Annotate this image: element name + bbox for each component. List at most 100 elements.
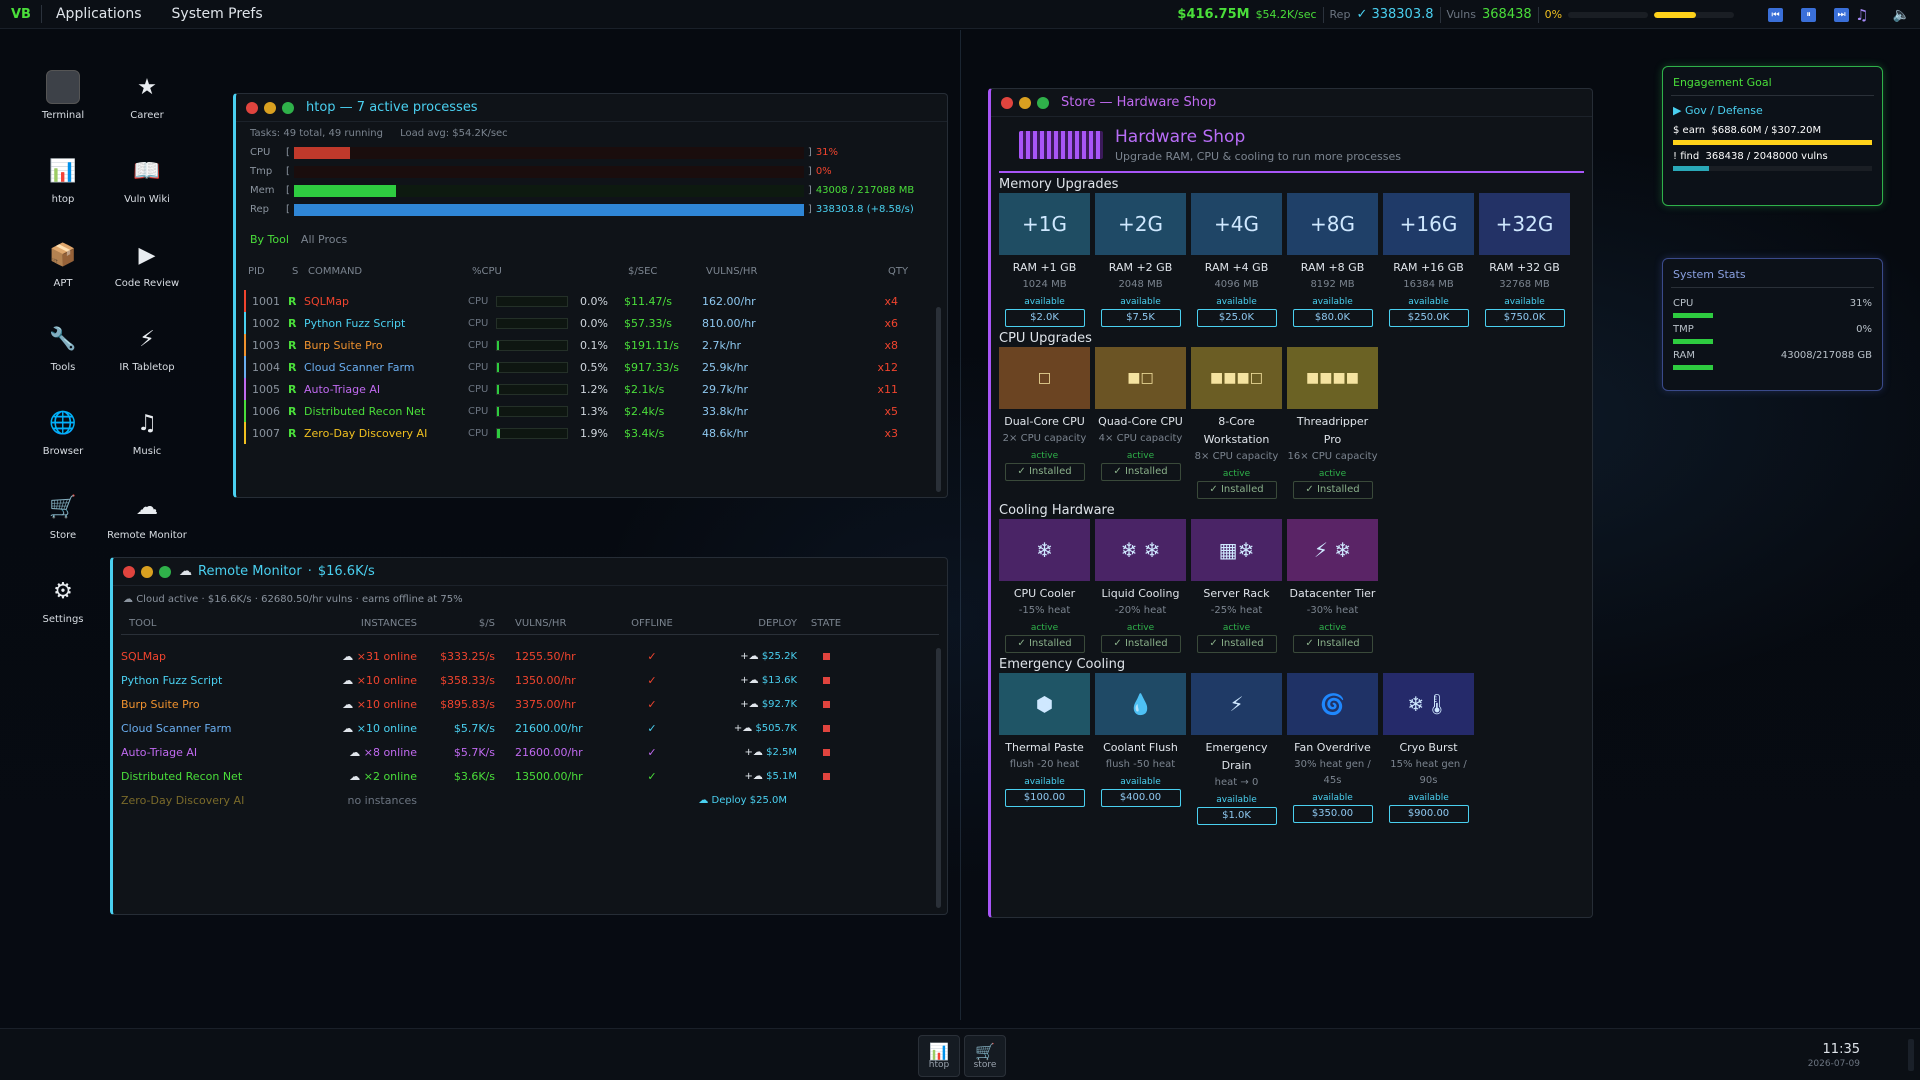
buy-button[interactable]: $80.0K	[1292, 309, 1373, 327]
deploy-button[interactable]: +☁ $92.7K	[697, 699, 797, 710]
table-row[interactable]: 1001 R SQLMap CPU 0.0% $11.47/s 162.00/hr x4	[236, 290, 947, 312]
item-tile[interactable]: ⬢	[999, 673, 1090, 735]
taskbar-item-store[interactable]: 🛒 store	[964, 1035, 1006, 1077]
minimize-button[interactable]	[264, 101, 276, 114]
item-tile[interactable]: 💧	[1095, 673, 1186, 735]
close-button[interactable]	[246, 101, 258, 114]
installed-button[interactable]: ✓ Installed	[1292, 635, 1373, 653]
state-indicator[interactable]	[797, 674, 855, 687]
minimize-button[interactable]	[141, 565, 153, 578]
item-tile[interactable]: ❄ ❄	[1095, 519, 1186, 581]
deploy-button[interactable]: +☁ $5.1M	[697, 771, 797, 782]
item-tile[interactable]: ▦❄	[1191, 519, 1282, 581]
maximize-button[interactable]	[1037, 96, 1049, 109]
buy-button[interactable]: $900.00	[1388, 805, 1469, 823]
table-row[interactable]: 1004 R Cloud Scanner Farm CPU 0.5% $917.33/s 2…	[236, 356, 947, 378]
taskbar-item-htop[interactable]: 📊 htop	[918, 1035, 960, 1077]
shop-item[interactable]: ⚡ Emergency Drain heat → 0 available $1.0K	[1191, 673, 1282, 825]
item-tile[interactable]: +4G	[1191, 193, 1282, 255]
item-tile[interactable]: ⚡	[1191, 673, 1282, 735]
installed-button[interactable]: ✓ Installed	[1004, 463, 1085, 481]
shop-item[interactable]: ⬢ Thermal Paste flush -20 heat available $10…	[999, 673, 1090, 825]
item-tile[interactable]: ■□	[1095, 347, 1186, 409]
table-row[interactable]: 1002 R Python Fuzz Script CPU 0.0% $57.33/s 81…	[236, 312, 947, 334]
pause-icon[interactable]: ⏸	[1801, 7, 1817, 22]
state-indicator[interactable]	[797, 746, 855, 759]
item-tile[interactable]: +2G	[1095, 193, 1186, 255]
shop-item[interactable]: ❄🌡 Cryo Burst 15% heat gen / 90s available $…	[1383, 673, 1474, 825]
buy-button[interactable]: $1.0K	[1196, 807, 1277, 825]
desktop-icon-career[interactable]: ★ Career	[105, 70, 189, 122]
buy-button[interactable]: $25.0K	[1196, 309, 1277, 327]
title-bar[interactable]: Store — Hardware Shop	[991, 89, 1592, 117]
shop-item[interactable]: ■■■■ Threadripper Pro 16× CPU capacity acti…	[1287, 347, 1378, 499]
music-note-icon[interactable]: ♫	[1855, 6, 1868, 24]
column-header[interactable]: COMMAND	[308, 266, 472, 280]
desktop-icon-ir-tabletop[interactable]: ⚡ IR Tabletop	[105, 322, 189, 374]
shop-item[interactable]: ■■■□ 8-Core Workstation 8× CPU capacity act…	[1191, 347, 1282, 499]
tab-by-tool[interactable]: By Tool	[250, 233, 289, 246]
htop-window[interactable]: htop — 7 active processes Tasks: 49 tota…	[233, 93, 948, 498]
shop-item[interactable]: □ Dual-Core CPU 2× CPU capacity active ✓ Ins…	[999, 347, 1090, 499]
shop-item[interactable]: 🌀 Fan Overdrive 30% heat gen / 45s availabl…	[1287, 673, 1378, 825]
buy-button[interactable]: $2.0K	[1004, 309, 1085, 327]
buy-button[interactable]: $7.5K	[1100, 309, 1181, 327]
title-bar[interactable]: ☁ Remote Monitor · $16.6K/s	[113, 558, 947, 586]
store-window[interactable]: Store — Hardware Shop Hardware Shop Upgr…	[988, 88, 1593, 918]
shop-item[interactable]: ❄ ❄ Liquid Cooling -20% heat active ✓ Instal…	[1095, 519, 1186, 653]
column-header[interactable]: $/SEC	[628, 266, 706, 280]
buy-button[interactable]: $400.00	[1100, 789, 1181, 807]
buy-button[interactable]: $750.0K	[1484, 309, 1565, 327]
state-indicator[interactable]	[797, 770, 855, 783]
close-button[interactable]	[1001, 96, 1013, 109]
item-tile[interactable]: 🌀	[1287, 673, 1378, 735]
installed-button[interactable]: ✓ Installed	[1100, 463, 1181, 481]
buy-button[interactable]: $250.0K	[1388, 309, 1469, 327]
item-tile[interactable]: ■■■□	[1191, 347, 1282, 409]
shop-item[interactable]: +16G RAM +16 GB 16384 MB available $250.0K	[1383, 193, 1474, 327]
installed-button[interactable]: ✓ Installed	[1100, 635, 1181, 653]
table-row[interactable]: Cloud Scanner Farm ☁ ×10 online $5.7K/s 216…	[113, 716, 947, 740]
minimize-button[interactable]	[1019, 96, 1031, 109]
item-tile[interactable]: ❄🌡	[1383, 673, 1474, 735]
table-row[interactable]: SQLMap ☁ ×31 online $333.25/s 1255.50/hr ✓ +☁…	[113, 644, 947, 668]
desktop-icon-htop[interactable]: 📊 htop	[21, 154, 105, 206]
column-header[interactable]: QTY	[888, 266, 908, 280]
table-row[interactable]: 1006 R Distributed Recon Net CPU 1.3% $2.4k/s…	[236, 400, 947, 422]
clock[interactable]: 11:35 2026-07-09	[1808, 1042, 1860, 1069]
table-row[interactable]: Auto-Triage AI ☁ ×8 online $5.7K/s 21600.00…	[113, 740, 947, 764]
remote-monitor-window[interactable]: ☁ Remote Monitor · $16.6K/s ☁ Cloud acti…	[110, 557, 948, 915]
table-row[interactable]: Burp Suite Pro ☁ ×10 online $895.83/s 3375.…	[113, 692, 947, 716]
shop-item[interactable]: +32G RAM +32 GB 32768 MB available $750.0K	[1479, 193, 1570, 327]
volume-icon[interactable]: 🔈	[1893, 7, 1910, 23]
menu-applications[interactable]: Applications	[56, 6, 142, 22]
close-button[interactable]	[123, 565, 135, 578]
next-track-icon[interactable]: ⏭	[1834, 7, 1850, 22]
table-row[interactable]: Python Fuzz Script ☁ ×10 online $358.33/s 1…	[113, 668, 947, 692]
desktop-icon-remote-monitor[interactable]: ☁ Remote Monitor	[105, 490, 189, 542]
column-header[interactable]: VULNS/HR	[706, 266, 888, 280]
item-tile[interactable]: □	[999, 347, 1090, 409]
state-indicator[interactable]	[797, 698, 855, 711]
item-tile[interactable]: +1G	[999, 193, 1090, 255]
desktop-icon-settings[interactable]: ⚙ Settings	[21, 574, 105, 626]
table-row[interactable]: 1007 R Zero-Day Discovery AI CPU 1.9% $3.4k/s…	[236, 422, 947, 444]
goal-category[interactable]: ▶ Gov / Defense	[1663, 96, 1882, 117]
buy-button[interactable]: $100.00	[1004, 789, 1085, 807]
tab-all-procs[interactable]: All Procs	[301, 233, 347, 246]
deploy-button[interactable]: ☁ Deploy $25.0M	[417, 795, 787, 806]
installed-button[interactable]: ✓ Installed	[1196, 481, 1277, 499]
deploy-button[interactable]: +☁ $505.7K	[697, 723, 797, 734]
desktop-icon-apt[interactable]: 📦 APT	[21, 238, 105, 290]
scrollbar[interactable]	[936, 648, 941, 908]
title-bar[interactable]: htop — 7 active processes	[236, 94, 947, 122]
item-tile[interactable]: +16G	[1383, 193, 1474, 255]
show-desktop-button[interactable]	[1908, 1039, 1914, 1071]
deploy-button[interactable]: +☁ $13.6K	[697, 675, 797, 686]
item-tile[interactable]: ❄	[999, 519, 1090, 581]
shop-item[interactable]: +2G RAM +2 GB 2048 MB available $7.5K	[1095, 193, 1186, 327]
table-row[interactable]: 1005 R Auto-Triage AI CPU 1.2% $2.1k/s 29.7k/h…	[236, 378, 947, 400]
shop-item[interactable]: +4G RAM +4 GB 4096 MB available $25.0K	[1191, 193, 1282, 327]
installed-button[interactable]: ✓ Installed	[1004, 635, 1085, 653]
desktop-icon-store[interactable]: 🛒 Store	[21, 490, 105, 542]
